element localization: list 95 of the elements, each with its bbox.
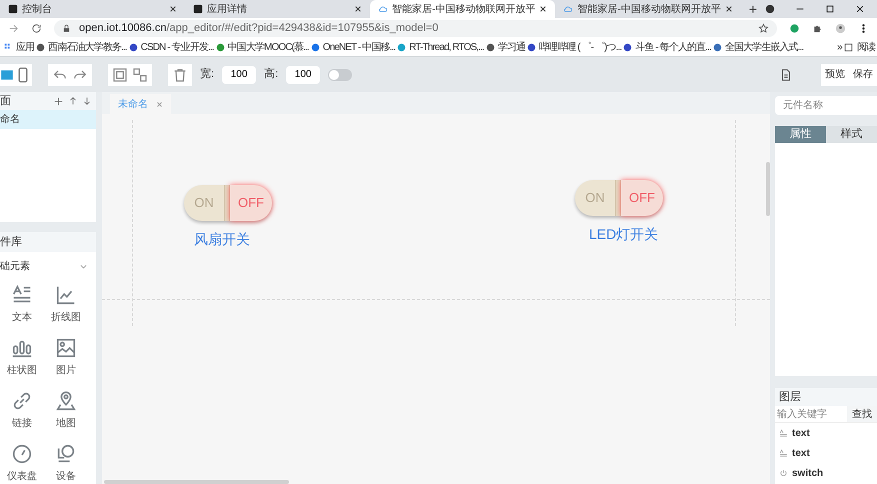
component-item[interactable]: 折线图 [44, 284, 88, 325]
component-item[interactable]: 文本 [0, 284, 44, 325]
component-item[interactable]: 链接 [0, 390, 44, 431]
close-icon[interactable] [354, 5, 362, 13]
panel-tab[interactable]: 属性 [775, 126, 826, 143]
arrow-down-icon[interactable] [82, 96, 92, 106]
link-icon [11, 390, 33, 412]
panel-title: 图层 [775, 388, 877, 406]
height-input[interactable]: 100 [286, 66, 320, 84]
bookmark-link[interactable]: RT-Thread, RTOS,... [397, 40, 484, 54]
extension-icon[interactable] [789, 22, 800, 34]
ungroup-icon[interactable] [132, 66, 148, 82]
bookmark-link[interactable]: 西南石油大学教务... [36, 40, 127, 54]
line-chart-icon [55, 284, 77, 306]
app-icon [193, 4, 204, 14]
component-item[interactable]: 地图 [44, 390, 88, 431]
record-icon [765, 4, 775, 14]
power-icon [779, 468, 788, 478]
arrow-up-icon[interactable] [68, 96, 78, 106]
page-item[interactable]: 命名 [0, 110, 96, 129]
component-item[interactable]: 图片 [44, 337, 88, 378]
preview-button[interactable]: 预览 [825, 67, 845, 82]
gauge-icon [11, 443, 33, 465]
image-icon [55, 337, 77, 359]
layer-item[interactable]: text [775, 443, 877, 463]
bookmark-link[interactable]: 学习通 [486, 40, 526, 54]
width-input[interactable]: 100 [222, 66, 256, 84]
tab-title: 控制台 [22, 2, 53, 16]
map-pin-icon [55, 390, 77, 412]
bookmark-link[interactable]: 应用 [4, 40, 34, 54]
canvas-area: ON OFF 风扇开关 ON OFF LED灯开关 [102, 114, 770, 484]
layer-item[interactable]: switch [775, 463, 877, 483]
component-item[interactable]: 柱状图 [0, 337, 44, 378]
device-icon [55, 443, 77, 465]
browser-tab[interactable]: 智能家居-中国移动物联网开放平 [370, 0, 556, 18]
star-icon[interactable] [758, 22, 769, 34]
close-icon[interactable] [539, 5, 548, 13]
height-label: 高: [264, 66, 278, 82]
toggle-switch[interactable] [328, 68, 352, 80]
site-icon [486, 42, 495, 52]
tab-title: 智能家居-中国移动物联网开放平 [577, 2, 721, 16]
bookmark-link[interactable]: 哔哩哔哩 ( ゜- ゜)つ... [527, 40, 622, 54]
close-icon[interactable] [169, 5, 178, 13]
tab-title: 智能家居-中国移动物联网开放平 [392, 2, 536, 16]
reading-list-link[interactable]: 阅读 [844, 40, 875, 54]
add-icon[interactable] [53, 96, 64, 106]
bookmark-link[interactable]: 斗鱼 - 每个人的直... [623, 40, 711, 54]
text-lines-icon [779, 428, 788, 438]
bookmark-link[interactable]: OneNET - 中国移... [310, 40, 396, 54]
site-icon [527, 42, 536, 52]
switch-knob[interactable] [224, 185, 230, 221]
site-icon [36, 42, 46, 52]
name-input[interactable]: 元件名称 [775, 96, 877, 115]
forward-icon[interactable] [8, 22, 19, 34]
new-tab-button[interactable]: + [740, 0, 765, 18]
document-icon[interactable] [779, 68, 793, 82]
site-icon [128, 42, 138, 52]
cloud-icon [563, 4, 574, 14]
category-dropdown[interactable]: 础元素 [0, 252, 96, 280]
site-icon [397, 42, 406, 52]
profile-icon[interactable] [835, 22, 846, 34]
panel-title: 件库 [0, 232, 96, 252]
site-icon [623, 42, 632, 52]
site-icon [712, 42, 722, 52]
url-text: open.iot.10086.cn/app_editor/#/edit?pid=429438&id=107955&is_model=0 [79, 20, 438, 36]
maximize-icon[interactable] [825, 4, 835, 14]
search-button[interactable]: 查找 [847, 406, 877, 422]
bookmark-link[interactable]: 中国大学MOOC(慕... [216, 40, 309, 54]
app-icon [8, 4, 18, 14]
text-lines-icon [779, 448, 788, 458]
bookmark-link[interactable]: CSDN - 专业开发... [128, 40, 214, 54]
bookmark-link[interactable]: 全国大学生嵌入式... [712, 40, 804, 54]
close-icon[interactable] [855, 4, 865, 14]
layer-item[interactable]: text [775, 423, 877, 443]
layer-search-input[interactable]: 输入关键字 [775, 406, 847, 422]
more-bookmarks[interactable]: » [837, 40, 842, 54]
lock-icon [62, 24, 71, 32]
group-icon[interactable] [112, 66, 128, 82]
site-icon [216, 42, 225, 52]
component-item[interactable]: 仪表盘 [0, 443, 44, 484]
switch-knob[interactable] [615, 180, 621, 216]
component-item[interactable]: 设备 [44, 443, 88, 484]
switch-label: 风扇开关 [194, 230, 250, 249]
save-button[interactable]: 保存 [853, 67, 873, 82]
switch-label: LED灯开关 [589, 225, 658, 244]
reload-icon[interactable] [31, 22, 42, 34]
site-icon [310, 42, 320, 52]
cloud-icon [378, 4, 388, 14]
panel-tab[interactable]: 样式 [826, 126, 877, 143]
trash-icon[interactable] [172, 66, 188, 82]
width-label: 宽: [200, 66, 214, 82]
address-field[interactable]: open.iot.10086.cn/app_editor/#/edit?pid=429438&id=107955&is_model=0 [54, 20, 777, 36]
tab-title: 应用详情 [207, 2, 248, 16]
panel-title: 面 [0, 94, 11, 109]
close-icon[interactable] [724, 5, 733, 13]
